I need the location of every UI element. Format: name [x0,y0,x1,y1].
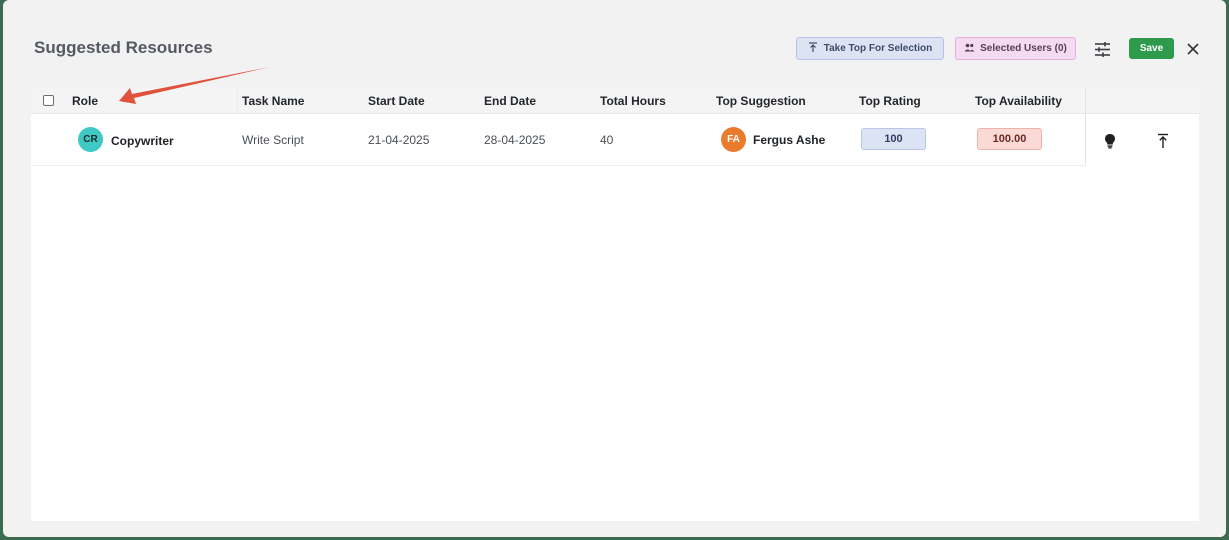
role-avatar: CR [78,127,103,152]
column-header-task-name[interactable]: Task Name [242,94,304,108]
column-header-top-availability[interactable]: Top Availability [975,94,1062,108]
column-header-top-suggestion[interactable]: Top Suggestion [716,94,806,108]
filter-sliders-icon[interactable] [1091,38,1113,60]
task-name: Write Script [242,133,304,147]
column-header-total-hours[interactable]: Total Hours [600,94,666,108]
users-icon [964,43,975,55]
move-to-top-icon[interactable] [1153,131,1173,151]
resources-table: Role Task Name Start Date End Date Total… [31,87,1200,521]
modal-title: Suggested Resources [34,38,213,57]
role-name: Copywriter [111,134,174,148]
start-date: 21-04-2025 [368,133,430,147]
suggestion-avatar: FA [721,127,746,152]
total-hours: 40 [600,133,614,147]
table-row[interactable]: CR Copywriter Write Script 21-04-2025 28… [31,114,1199,166]
end-date: 28-04-2025 [484,133,546,147]
top-availability-badge: 100.00 [977,128,1042,150]
save-button[interactable]: Save [1129,38,1174,59]
close-icon[interactable] [1183,39,1203,59]
top-rating-badge: 100 [861,128,926,150]
take-top-for-selection-button[interactable]: Take Top For Selection [796,37,944,60]
top-suggestion-name[interactable]: Fergus Ashe [753,133,825,147]
table-header: Role Task Name Start Date End Date Total… [31,87,1199,114]
actions-header [1086,87,1200,114]
column-header-role[interactable]: Role [72,94,98,108]
selected-users-label: Selected Users (0) [980,43,1067,54]
select-all-checkbox[interactable] [43,95,54,106]
suggested-resources-modal: Suggested Resources Take Top For Selecti… [3,0,1226,537]
selected-users-button[interactable]: Selected Users (0) [955,37,1076,60]
row-actions-column [1085,87,1200,166]
take-top-label: Take Top For Selection [823,43,933,54]
column-header-start-date[interactable]: Start Date [368,94,425,108]
column-header-end-date[interactable]: End Date [484,94,536,108]
take-top-icon [808,41,818,56]
column-header-top-rating[interactable]: Top Rating [859,94,921,108]
lightbulb-icon[interactable] [1100,131,1120,151]
